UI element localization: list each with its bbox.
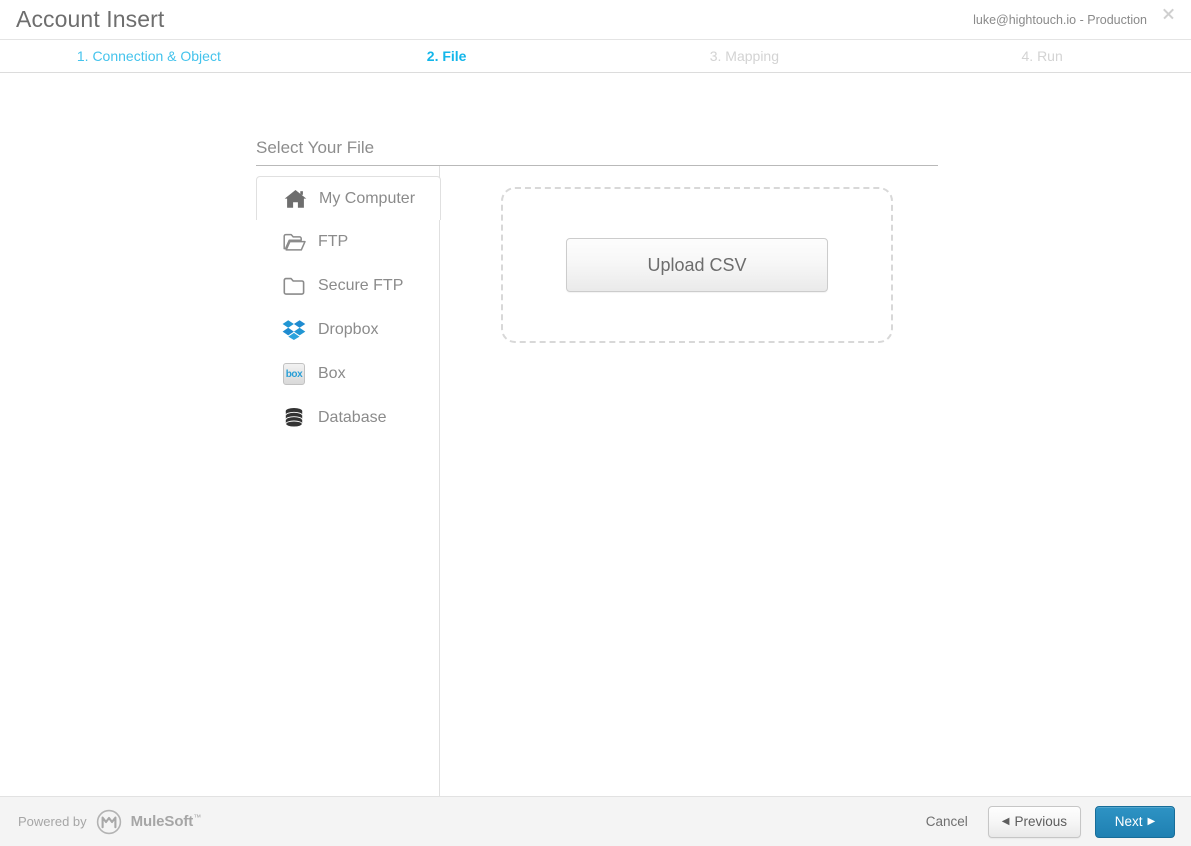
mulesoft-logo-icon	[96, 809, 122, 835]
close-icon[interactable]	[1161, 6, 1177, 22]
sidebar-item-label: Box	[318, 365, 346, 382]
brand-name: MuleSoft	[130, 813, 194, 830]
database-icon	[280, 407, 308, 429]
section-title: Select Your File	[256, 139, 938, 166]
powered-by-label: Powered by	[18, 814, 87, 829]
select-file-panel: Select Your File My Computer FTP Secure …	[256, 139, 1191, 796]
previous-button[interactable]: ◀ Previous	[987, 805, 1081, 838]
footer-actions: Cancel ◀ Previous Next ▶	[920, 805, 1175, 838]
chevron-left-icon: ◀	[1001, 815, 1010, 827]
wizard-step-mapping: 3. Mapping	[709, 48, 780, 64]
dropbox-icon	[280, 319, 308, 341]
sidebar-item-label: Dropbox	[318, 321, 379, 338]
folder-icon	[280, 277, 308, 296]
sidebar-item-database[interactable]: Database	[256, 396, 439, 440]
wizard-step-file[interactable]: 2. File	[298, 49, 596, 63]
wizard-step-connection-object[interactable]: 1. Connection & Object	[0, 49, 298, 63]
sidebar-item-ftp[interactable]: FTP	[256, 220, 439, 264]
home-icon	[281, 189, 309, 209]
account-label: luke@hightouch.io - Production	[973, 12, 1147, 27]
chevron-right-icon: ▶	[1147, 815, 1156, 827]
wizard-step-bar: 1. Connection & Object 2. File 3. Mappin…	[0, 39, 1191, 73]
file-source-list: My Computer FTP Secure FTP Dropbox box B…	[256, 166, 441, 796]
sidebar-item-box[interactable]: box Box	[256, 352, 439, 396]
upload-area: Upload CSV	[440, 166, 1191, 796]
wizard-step-run: 4. Run	[1021, 48, 1063, 64]
sidebar-item-secure-ftp[interactable]: Secure FTP	[256, 264, 439, 308]
mulesoft-wordmark: MuleSoft™	[130, 813, 202, 830]
sidebar-item-dropbox[interactable]: Dropbox	[256, 308, 439, 352]
page-title: Account Insert	[16, 6, 165, 32]
sidebar-item-my-computer[interactable]: My Computer	[256, 176, 441, 220]
next-button-label: Next	[1114, 814, 1143, 829]
sidebar-item-label: Secure FTP	[318, 277, 404, 294]
account-insert-dialog: Account Insert luke@hightouch.io - Produ…	[0, 0, 1191, 846]
sidebar-item-label: My Computer	[319, 189, 416, 207]
dialog-footer: Powered by MuleSoft™ Cancel ◀ Previous N…	[0, 796, 1191, 846]
sidebar-item-label: Database	[318, 409, 387, 426]
upload-csv-button[interactable]: Upload CSV	[566, 238, 828, 292]
dialog-body: Select Your File My Computer FTP Secure …	[0, 73, 1191, 796]
folder-open-icon	[280, 233, 308, 252]
previous-button-label: Previous	[1014, 814, 1067, 829]
file-dropzone[interactable]: Upload CSV	[501, 187, 893, 343]
sidebar-item-label: FTP	[318, 233, 349, 250]
next-button[interactable]: Next ▶	[1095, 805, 1175, 838]
title-bar-right: luke@hightouch.io - Production	[973, 6, 1177, 34]
file-source-columns: My Computer FTP Secure FTP Dropbox box B…	[256, 166, 1191, 796]
powered-by-mulesoft: Powered by MuleSoft™	[18, 809, 201, 835]
box-icon: box	[280, 363, 308, 385]
trademark-symbol: ™	[193, 813, 202, 822]
title-bar: Account Insert luke@hightouch.io - Produ…	[0, 0, 1191, 39]
cancel-button[interactable]: Cancel	[920, 810, 974, 833]
